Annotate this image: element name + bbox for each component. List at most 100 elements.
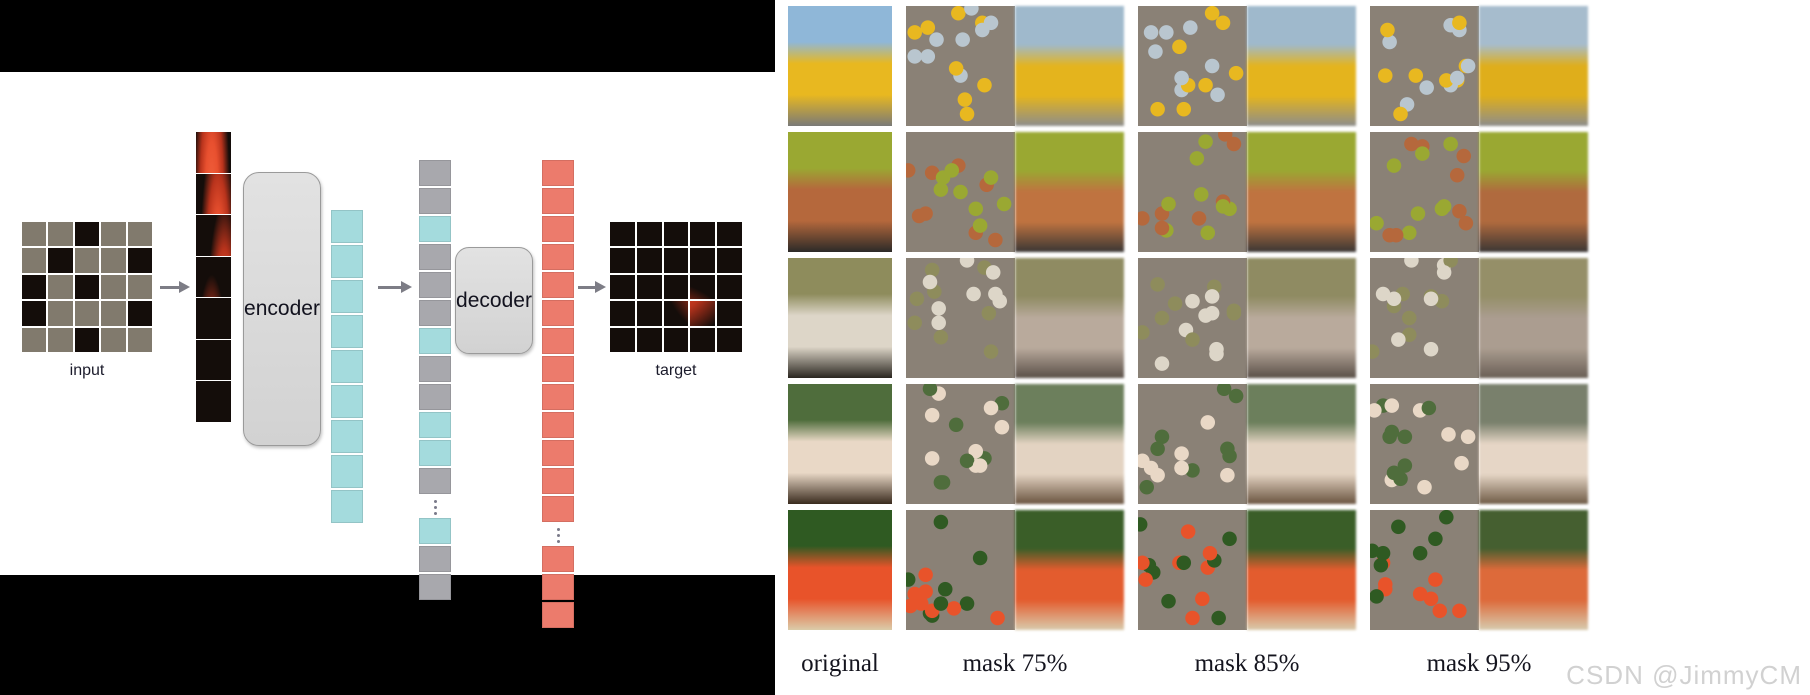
masked-image — [1138, 510, 1247, 630]
latent-token — [331, 315, 363, 348]
mask-token — [419, 244, 451, 270]
masked-image — [1370, 258, 1479, 378]
input-label: input — [69, 362, 105, 379]
target-patch — [636, 222, 662, 247]
reconstructed-token — [542, 328, 574, 354]
input-patch-masked — [74, 301, 100, 326]
reconstructed-image — [1015, 510, 1124, 630]
target-patch — [663, 327, 689, 352]
column-label-mask-95: mask 95% — [1426, 650, 1532, 677]
mask-recon-pair — [1138, 6, 1356, 126]
masked-image — [1138, 258, 1247, 378]
input-patch-masked — [101, 327, 126, 352]
reconstructed-token — [542, 216, 574, 242]
arrow-head — [401, 281, 412, 293]
latent-token — [331, 280, 363, 313]
results-image-grid — [788, 6, 1798, 638]
arrow-latent-to-mixed — [378, 281, 412, 293]
ellipsis-dots — [419, 496, 451, 518]
input-patch-masked — [48, 222, 73, 247]
input-patch-masked — [22, 248, 47, 273]
latent-token — [331, 210, 363, 243]
masked-image — [906, 384, 1015, 504]
reconstructed-image — [1015, 258, 1124, 378]
reconstructed-token — [542, 272, 574, 298]
mask-token — [419, 356, 451, 382]
dot — [433, 511, 437, 515]
input-patch-visible — [74, 274, 100, 300]
encoder-input-patch — [196, 381, 231, 423]
masked-image — [1370, 132, 1479, 252]
target-patch — [636, 301, 662, 326]
encoder-input-patch — [196, 339, 231, 381]
target-patch — [663, 248, 689, 273]
latent-token — [331, 245, 363, 278]
target-patch — [610, 248, 635, 273]
mask-token — [419, 468, 451, 494]
column-label-original: original — [801, 650, 879, 677]
encoder-block: encoder — [243, 172, 321, 446]
target-patch — [610, 301, 635, 326]
target-patch — [610, 274, 635, 300]
mask-recon-pair — [1370, 384, 1588, 504]
reconstructed-image — [1479, 510, 1588, 630]
arrow-shaft — [378, 285, 401, 289]
dot — [556, 539, 560, 543]
results-row — [788, 384, 1798, 504]
latent-token — [331, 420, 363, 453]
masked-image — [906, 510, 1015, 630]
input-patch-masked — [74, 248, 100, 273]
masked-image — [1138, 384, 1247, 504]
dot — [433, 499, 437, 503]
mask-recon-pair — [1370, 132, 1588, 252]
output-token-column — [542, 160, 574, 630]
target-patch — [610, 327, 635, 352]
input-patch-visible — [127, 301, 152, 326]
input-patch-masked — [101, 274, 126, 300]
input-patch-masked — [101, 301, 126, 326]
latent-token — [331, 490, 363, 523]
arrow-head — [595, 281, 606, 293]
input-patch-masked — [101, 248, 126, 273]
mask-recon-pair — [1370, 510, 1588, 630]
mask-recon-pair — [906, 132, 1124, 252]
results-row — [788, 258, 1798, 378]
reconstructed-image — [1479, 384, 1588, 504]
reconstructed-token — [542, 602, 574, 628]
ellipsis-dots — [542, 524, 574, 546]
input-patch-masked — [48, 301, 73, 326]
arrow-shaft — [578, 285, 595, 289]
reconstructed-token — [542, 384, 574, 410]
encoded-token — [419, 518, 451, 544]
encoder-input-patch — [196, 215, 231, 256]
target-patch — [690, 222, 716, 247]
reconstructed-image — [1247, 384, 1356, 504]
mask-token — [419, 300, 451, 326]
arrow-output-to-target — [578, 281, 606, 293]
original-image — [788, 132, 892, 252]
encoder-input-patch — [196, 256, 231, 298]
column-label-mask-75: mask 75% — [962, 650, 1068, 677]
figure-root: input encoder decoder target original ma… — [0, 0, 1810, 695]
reconstructed-image — [1247, 132, 1356, 252]
original-column-cell — [788, 6, 892, 126]
original-image — [788, 6, 892, 126]
latent-token — [331, 455, 363, 488]
encoded-token — [419, 216, 451, 242]
encoder-input-patch — [196, 173, 231, 215]
input-patch-visible — [127, 248, 152, 273]
masked-image — [1370, 6, 1479, 126]
mask-recon-pair — [1370, 6, 1588, 126]
arrow-input-to-patches — [160, 281, 190, 293]
original-column-cell — [788, 384, 892, 504]
input-patch-masked — [48, 274, 73, 300]
mixed-token-column — [419, 160, 451, 602]
watermark-label: CSDN @JimmyCM — [1566, 660, 1802, 690]
letterbox-top — [0, 0, 775, 72]
mask-recon-pair — [906, 510, 1124, 630]
reconstructed-token — [542, 244, 574, 270]
mask-recon-pair — [1138, 132, 1356, 252]
arrow-shaft — [160, 285, 179, 289]
input-patch-visible — [22, 274, 47, 300]
reconstructed-token — [542, 356, 574, 382]
